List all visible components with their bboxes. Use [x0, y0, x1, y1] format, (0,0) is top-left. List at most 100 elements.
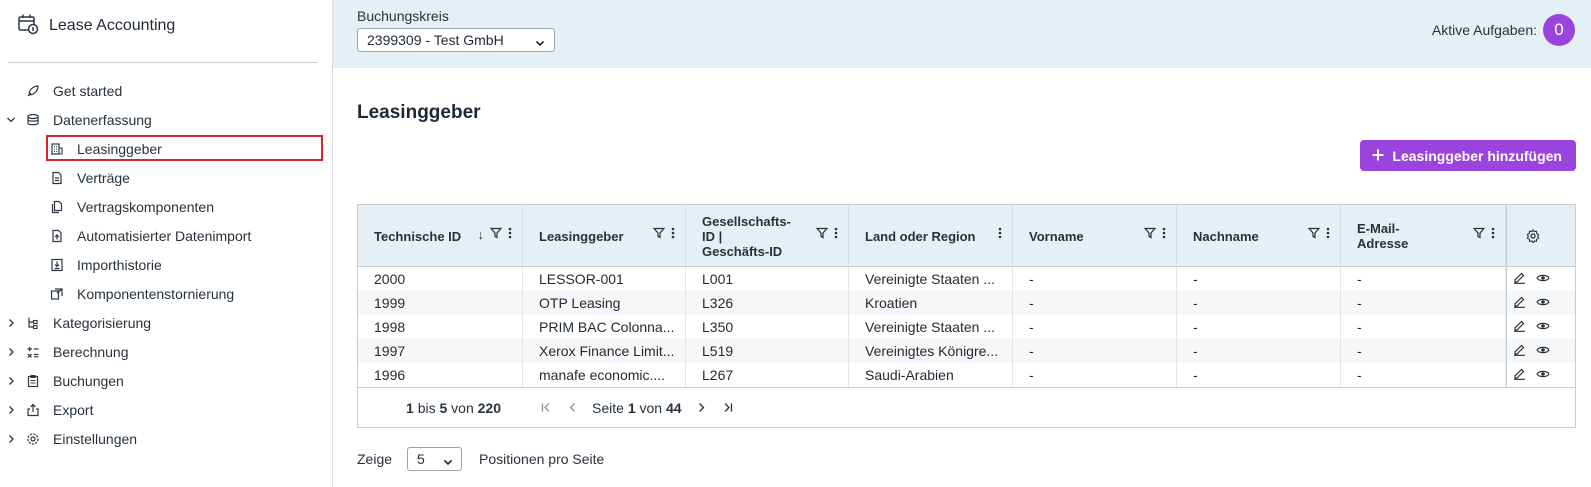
documents-icon	[50, 200, 64, 214]
chevron-right-icon[interactable]	[5, 317, 17, 329]
view-icon[interactable]	[1536, 295, 1550, 311]
per-page-control: Zeige 5 Positionen pro Seite	[357, 447, 604, 471]
view-icon[interactable]	[1536, 319, 1550, 335]
sidebar-item-einstellungen[interactable]: Einstellungen	[0, 424, 333, 453]
column-header-nachname[interactable]: Nachname	[1177, 205, 1341, 267]
sidebar-item-vertragskomponenten[interactable]: Vertragskomponenten	[0, 192, 333, 221]
sidebar-item-verträge[interactable]: Verträge	[0, 163, 333, 192]
sidebar-item-datenerfassung[interactable]: Datenerfassung	[0, 105, 333, 134]
chevron-down-icon	[535, 35, 545, 51]
table-cell: L267	[686, 363, 849, 387]
filter-icon[interactable]	[489, 227, 503, 242]
column-menu-icon[interactable]	[508, 227, 512, 242]
filter-icon[interactable]	[815, 227, 829, 242]
pager: Seite 1 von 44	[540, 400, 734, 416]
table-cell: PRIM BAC Colonna...	[523, 315, 686, 339]
row-actions	[1506, 267, 1558, 291]
sidebar-item-komponentenstornierung[interactable]: Komponentenstornierung	[0, 279, 333, 308]
table-cell: L001	[686, 267, 849, 291]
column-title-line: Land oder Region	[865, 228, 976, 244]
filter-icon[interactable]	[1472, 227, 1486, 242]
table-row[interactable]: 2000 LESSOR-001 L001 Vereinigte Staaten ...…	[358, 267, 1575, 291]
company-code-select[interactable]: 2399309 - Test GmbH	[357, 28, 555, 52]
table-cell: L519	[686, 339, 849, 363]
view-icon[interactable]	[1536, 343, 1550, 359]
sidebar-item-berechnung[interactable]: Berechnung	[0, 337, 333, 366]
chevron-right-icon[interactable]	[5, 433, 17, 445]
column-menu-icon[interactable]	[998, 227, 1002, 242]
per-page-value: 5	[417, 451, 425, 467]
view-icon[interactable]	[1536, 271, 1550, 287]
column-title-line: Nachname	[1193, 228, 1259, 244]
column-menu-icon[interactable]	[1162, 227, 1166, 242]
first-page-icon[interactable]	[540, 402, 552, 414]
page-indicator: Seite 1 von 44	[592, 400, 682, 416]
import-history-icon	[50, 258, 64, 272]
column-title: Land oder Region	[865, 229, 976, 244]
sidebar-item-automatisierter-datenimport[interactable]: Automatisierter Datenimport	[0, 221, 333, 250]
column-title: Vorname	[1029, 229, 1084, 244]
sidebar: Lease Accounting Get started Datenerfassu…	[0, 0, 333, 487]
previous-page-icon[interactable]	[566, 402, 578, 414]
edit-icon[interactable]	[1513, 367, 1526, 383]
range-text: 1 bis 5 von 220	[406, 400, 501, 416]
edit-icon[interactable]	[1513, 319, 1526, 335]
chevron-right-icon[interactable]	[5, 346, 17, 358]
column-header-technische-id[interactable]: Technische ID ↓	[358, 205, 523, 267]
filter-icon[interactable]	[652, 227, 666, 242]
edit-icon[interactable]	[1513, 295, 1526, 311]
active-tasks-badge[interactable]: 0	[1543, 14, 1575, 46]
column-header-vorname[interactable]: Vorname	[1013, 205, 1177, 267]
per-page-select[interactable]: 5	[407, 447, 463, 471]
column-menu-icon[interactable]	[1491, 227, 1495, 242]
column-menu-icon[interactable]	[1326, 227, 1330, 242]
range-von: von	[451, 399, 474, 416]
column-header-land-oder-region[interactable]: Land oder Region	[849, 205, 1013, 267]
table-row[interactable]: 1998 PRIM BAC Colonna... L350 Vereinigte St…	[358, 315, 1575, 339]
sidebar-nav: Get started Datenerfassung Leasinggeber Ver…	[0, 76, 333, 453]
sidebar-item-kategorisierung[interactable]: Kategorisierung	[0, 308, 333, 337]
last-page-icon[interactable]	[722, 402, 734, 414]
column-title-line: Vorname	[1029, 228, 1084, 244]
column-menu-icon[interactable]	[671, 227, 675, 242]
sort-desc-icon[interactable]: ↓	[478, 227, 485, 242]
table-row[interactable]: 1999 OTP Leasing L326 Kroatien - - -	[358, 291, 1575, 315]
sidebar-item-get-started[interactable]: Get started	[0, 76, 333, 105]
column-header-e-mail-adresse[interactable]: E-Mail- Adresse	[1341, 205, 1506, 267]
view-icon[interactable]	[1536, 367, 1550, 383]
active-tasks: Aktive Aufgaben: 0	[1432, 14, 1575, 46]
brand[interactable]: Lease Accounting	[18, 13, 175, 38]
edit-icon[interactable]	[1513, 271, 1526, 287]
column-title-line: Gesellschafts-	[702, 213, 791, 229]
table-cell: LESSOR-001	[523, 267, 686, 291]
app-title: Lease Accounting	[49, 16, 176, 34]
per-page-prefix: Zeige	[357, 451, 393, 467]
table-cell: 2000	[358, 267, 523, 291]
chevron-down-icon[interactable]	[5, 114, 17, 126]
column-header-gesellschafts-id-gesch-fts-id[interactable]: Gesellschafts- ID | Geschäfts-ID	[686, 205, 849, 267]
building-icon	[50, 142, 64, 156]
table-cell: -	[1177, 363, 1341, 387]
filter-icon[interactable]	[1143, 227, 1157, 242]
table-row[interactable]: 1997 Xerox Finance Limit... L519 Vereinigte…	[358, 339, 1575, 363]
filter-icon[interactable]	[1307, 227, 1321, 242]
table-cell: -	[1013, 363, 1177, 387]
add-lessor-button[interactable]: Leasinggeber hinzufügen	[1360, 140, 1576, 171]
edit-icon[interactable]	[1513, 343, 1526, 359]
chevron-right-icon[interactable]	[5, 375, 17, 387]
column-title-line: Leasinggeber	[539, 228, 624, 244]
sidebar-item-importhistorie[interactable]: Importhistorie	[0, 250, 333, 279]
sidebar-item-buchungen[interactable]: Buchungen	[0, 366, 333, 395]
column-settings-icon[interactable]	[1506, 205, 1558, 267]
column-header-leasinggeber[interactable]: Leasinggeber	[523, 205, 686, 267]
column-menu-icon[interactable]	[834, 227, 838, 242]
next-page-icon[interactable]	[696, 402, 708, 414]
sidebar-item-export[interactable]: Export	[0, 395, 333, 424]
table-cell: -	[1341, 363, 1506, 387]
sidebar-item-leasinggeber[interactable]: Leasinggeber	[0, 134, 333, 163]
chevron-right-icon[interactable]	[5, 404, 17, 416]
column-title: Technische ID	[374, 229, 461, 244]
table-row[interactable]: 1996 manafe economic.... L267 Saudi-Arabien…	[358, 363, 1575, 387]
table-cell: -	[1341, 291, 1506, 315]
table-cell: L326	[686, 291, 849, 315]
